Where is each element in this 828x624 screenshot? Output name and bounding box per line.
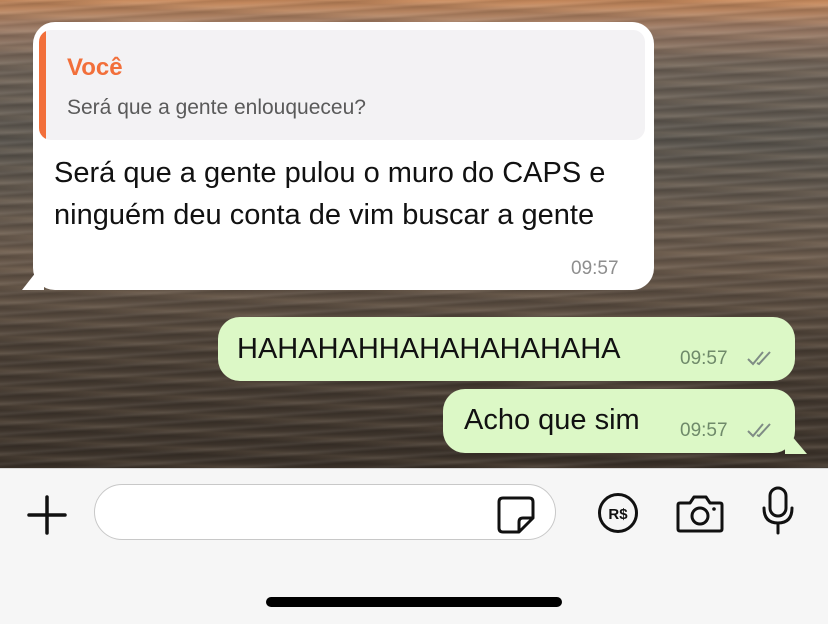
svg-text:R$: R$ [608,506,628,523]
quote-author: Você [67,54,123,81]
quote-text: Será que a gente enlouqueceu? [67,96,366,119]
plus-icon[interactable] [26,494,68,536]
incoming-message-time: 09:57 [571,258,619,279]
outgoing-message-text: Acho que sim [464,404,640,436]
money-icon[interactable]: R$ [597,492,639,534]
message-input[interactable] [94,484,556,540]
sticker-icon[interactable] [497,496,535,534]
camera-icon[interactable] [676,492,724,534]
home-indicator [266,597,562,607]
incoming-message-text: Será que a gente pulou o muro do CAPS e … [54,157,606,231]
microphone-icon[interactable] [760,486,796,536]
quote-accent-bar [39,30,46,140]
reply-quote[interactable]: Você Será que a gente enlouqueceu? [39,30,645,140]
double-check-icon [747,351,771,366]
outgoing-message-text: HAHAHAHHAHAHAHAHAHA [237,333,621,365]
double-check-icon [747,423,771,438]
outgoing-message-time: 09:57 [680,348,728,369]
outgoing-message-time: 09:57 [680,420,728,441]
